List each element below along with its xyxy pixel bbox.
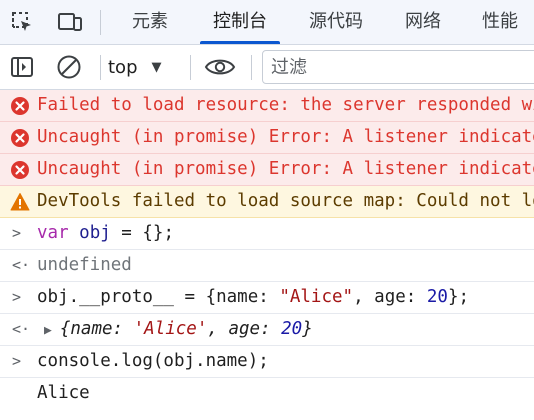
error-message[interactable]: Failed to load resource: the server resp… — [0, 90, 534, 122]
error-icon — [11, 161, 29, 179]
dropdown-caret-icon: ▼ — [151, 59, 162, 75]
inspect-element-icon[interactable] — [8, 8, 36, 36]
console-messages: Failed to load resource: the server resp… — [0, 90, 534, 410]
entry-code: var obj = {}; — [37, 223, 174, 243]
warning-text: DevTools failed to load source map: Coul… — [37, 191, 534, 211]
entry-code: console.log(obj.name); — [37, 351, 269, 371]
eye-icon[interactable] — [204, 53, 236, 81]
console-input-entry[interactable]: > console.log(obj.name); — [0, 346, 534, 378]
log-output: Alice — [37, 383, 90, 403]
toolbar-divider — [100, 55, 101, 80]
clear-console-icon[interactable] — [55, 53, 83, 81]
chevron-right-icon: > — [12, 352, 22, 370]
warning-message[interactable]: DevTools failed to load source map: Coul… — [0, 186, 534, 218]
console-input-entry[interactable]: > var obj = {}; — [0, 218, 534, 250]
console-log-entry: Alice — [0, 378, 534, 410]
sidebar-toggle-icon[interactable] — [8, 53, 36, 81]
chevron-right-icon: > — [12, 288, 22, 306]
object-preview[interactable]: ▶ {name: 'Alice', age: 20} — [44, 314, 313, 345]
devtools-tab-bar: 元素 控制台 源代码 网络 性能 — [0, 0, 534, 45]
tab-sources[interactable]: 源代码 — [296, 0, 376, 44]
toolbar-divider — [251, 55, 252, 80]
tab-network[interactable]: 网络 — [391, 0, 455, 44]
filter-input[interactable] — [263, 51, 534, 83]
console-input-entry[interactable]: > obj.__proto__ = {name: "Alice", age: 2… — [0, 282, 534, 314]
context-selector-label: top — [108, 56, 138, 78]
error-message[interactable]: Uncaught (in promise) Error: A listener … — [0, 154, 534, 186]
tab-console[interactable]: 控制台 — [200, 0, 280, 44]
console-result-entry: <· undefined — [0, 250, 534, 282]
error-text: Uncaught (in promise) Error: A listener … — [37, 127, 534, 147]
error-icon — [11, 129, 29, 147]
console-toolbar: top ▼ — [0, 45, 534, 90]
context-selector[interactable]: top ▼ — [108, 45, 162, 89]
device-toolbar-icon[interactable] — [56, 8, 84, 36]
tab-performance[interactable]: 性能 — [470, 0, 530, 44]
return-arrow-icon: <· — [12, 256, 31, 274]
tab-elements[interactable]: 元素 — [118, 0, 182, 44]
filter-field[interactable] — [262, 50, 534, 84]
return-arrow-icon: <· — [12, 320, 31, 338]
error-message[interactable]: Uncaught (in promise) Error: A listener … — [0, 122, 534, 154]
toolbar-divider — [190, 55, 191, 80]
console-result-entry[interactable]: <· ▶ {name: 'Alice', age: 20} — [0, 314, 534, 346]
error-text: Uncaught (in promise) Error: A listener … — [37, 159, 534, 179]
expand-triangle-icon[interactable]: ▶ — [44, 323, 52, 338]
warning-icon — [10, 193, 30, 211]
error-text: Failed to load resource: the server resp… — [37, 95, 534, 115]
result-value: undefined — [37, 255, 132, 275]
chevron-right-icon: > — [12, 224, 22, 242]
entry-code: obj.__proto__ = {name: "Alice", age: 20}… — [37, 287, 470, 307]
toolbar-divider — [100, 10, 101, 35]
error-icon — [11, 97, 29, 115]
